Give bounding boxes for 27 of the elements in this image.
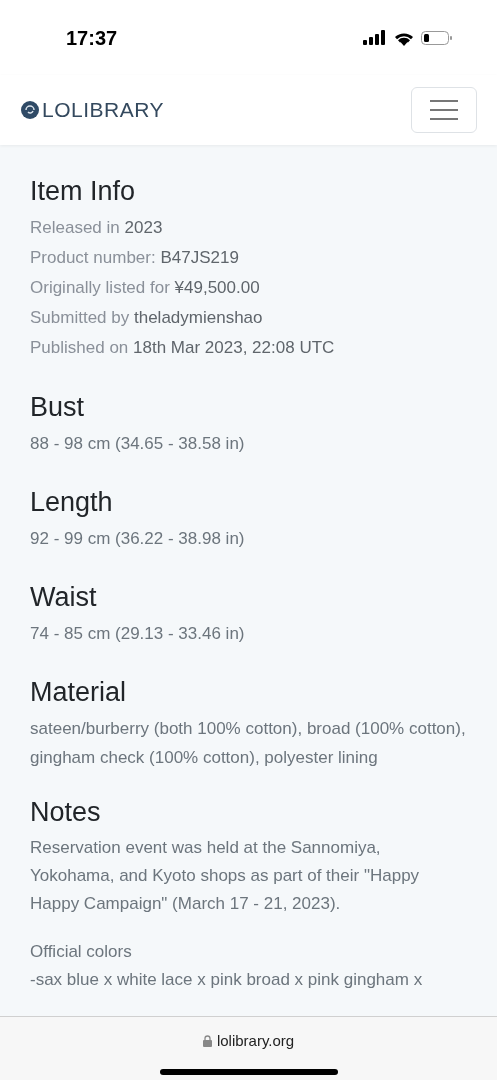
brand-name[interactable]: LOLIBRARY bbox=[42, 94, 164, 126]
url-text[interactable]: lolibrary.org bbox=[216, 1030, 295, 1053]
notes-text: -sax blue x white lace x pink broad x pink gingham x bbox=[30, 969, 424, 991]
section-heading: Item Info bbox=[30, 175, 137, 208]
section-heading: Material bbox=[30, 676, 128, 709]
notes-text: Reservation event was held at the Sannomiya, Yokohama, and Kyoto shops as part of their "Happy Happy Campaign" (March 17 - 21, 2023). bbox=[30, 837, 421, 915]
info-line: Product number: B47JS219 bbox=[30, 247, 240, 269]
status-time: 17:37 bbox=[66, 25, 118, 51]
section-text: 92 - 99 cm (36.22 - 38.98 in) bbox=[30, 528, 246, 550]
section-text: 74 - 85 cm (29.13 - 33.46 in) bbox=[30, 623, 246, 645]
section-heading: Length bbox=[30, 486, 114, 519]
section-heading: Bust bbox=[30, 391, 86, 424]
lock-icon bbox=[202, 1035, 212, 1048]
section-heading: Waist bbox=[30, 581, 98, 614]
section-text: 88 - 98 cm (34.65 - 38.58 in) bbox=[30, 433, 246, 455]
info-line: Originally listed for ¥49,500.00 bbox=[30, 277, 261, 299]
info-line: Released in 2023 bbox=[30, 217, 164, 239]
menu-button[interactable] bbox=[411, 87, 477, 133]
signal-icon bbox=[363, 30, 387, 45]
battery-icon bbox=[421, 29, 453, 46]
section-text: sateen/burberry (both 100% cotton), broad (100% cotton), gingham check (100% cotton), polyester lining bbox=[30, 718, 467, 769]
section-heading: Notes bbox=[30, 796, 102, 829]
notes-text: Official colors bbox=[30, 941, 133, 963]
info-line: Submitted by theladymienshao bbox=[30, 307, 264, 329]
menu-icon bbox=[430, 99, 458, 121]
info-line: Published on 18th Mar 2023, 22:08 UTC bbox=[30, 337, 336, 359]
rose-logo-icon bbox=[20, 100, 40, 120]
